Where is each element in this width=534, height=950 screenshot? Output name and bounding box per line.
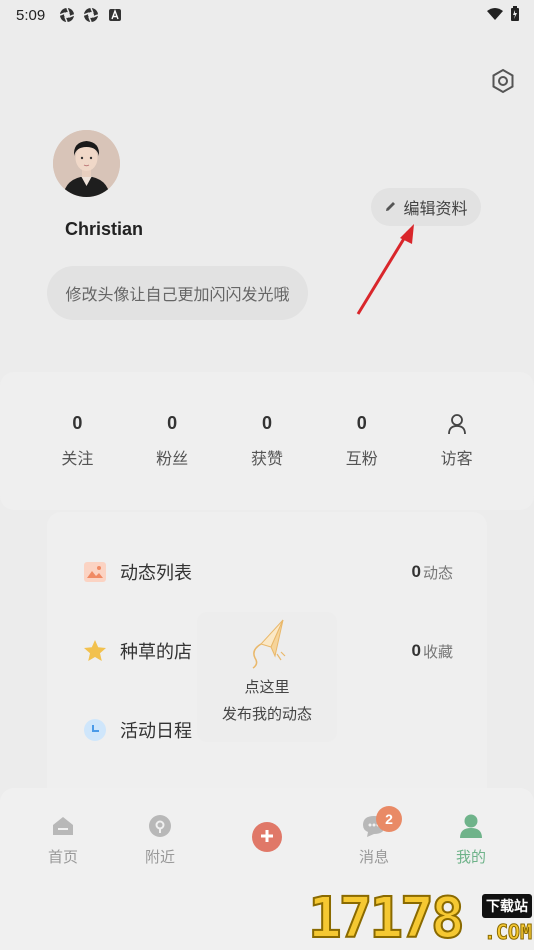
stat-value: 0 bbox=[356, 413, 367, 433]
message-badge: 2 bbox=[376, 806, 402, 832]
list-item-count: 0 bbox=[411, 641, 421, 660]
list-item-label: 动态列表 bbox=[120, 563, 192, 584]
status-time: 5:09 bbox=[16, 6, 46, 24]
stat-mutual[interactable]: 0 互粉 bbox=[327, 413, 397, 469]
person-icon bbox=[447, 413, 467, 437]
bio-prompt[interactable]: 修改头像让自己更加闪闪发光哦 bbox=[47, 266, 308, 320]
watermark-digits: 17178 bbox=[307, 886, 466, 950]
clock-icon bbox=[82, 717, 108, 743]
battery-icon bbox=[510, 6, 520, 26]
site-watermark-logo: 17178 下载站 .COM bbox=[307, 886, 534, 950]
a-box-icon bbox=[107, 7, 123, 23]
edit-profile-label: 编辑资料 bbox=[403, 199, 468, 218]
publish-prompt[interactable]: 点这里 发布我的动态 bbox=[197, 612, 337, 742]
star-icon bbox=[82, 638, 108, 664]
list-item-count: 0 bbox=[411, 562, 421, 581]
avatar[interactable] bbox=[53, 130, 120, 197]
status-right bbox=[486, 6, 520, 26]
username: Christian bbox=[65, 219, 144, 239]
stat-following[interactable]: 0 关注 bbox=[42, 413, 112, 469]
stat-label: 访客 bbox=[440, 449, 473, 468]
stat-value: 0 bbox=[261, 413, 272, 433]
watermark-tag: 下载站 bbox=[482, 894, 532, 918]
tab-label: 首页 bbox=[47, 848, 78, 866]
annotation-arrow bbox=[356, 224, 414, 315]
stat-likes[interactable]: 0 获赞 bbox=[232, 413, 302, 469]
publish-prompt-line2: 发布我的动态 bbox=[221, 705, 312, 723]
list-item-posts[interactable]: 动态列表 0 动态 bbox=[47, 547, 487, 597]
location-icon bbox=[146, 812, 174, 840]
wifi-icon bbox=[486, 7, 504, 25]
tab-home[interactable]: 首页 bbox=[23, 812, 103, 867]
stat-label: 互粉 bbox=[345, 449, 378, 468]
publish-prompt-line1: 点这里 bbox=[244, 678, 290, 696]
list-item-unit: 动态 bbox=[422, 563, 453, 582]
user-icon bbox=[457, 812, 485, 840]
stat-value: 0 bbox=[72, 413, 83, 433]
tab-nearby[interactable]: 附近 bbox=[120, 812, 200, 867]
status-bar: 5:09 bbox=[0, 0, 534, 30]
stat-label: 关注 bbox=[61, 449, 94, 468]
stat-value: 0 bbox=[167, 413, 178, 433]
tab-label: 消息 bbox=[358, 848, 389, 866]
stat-fans[interactable]: 0 粉丝 bbox=[137, 413, 207, 469]
tab-messages[interactable]: 2 消息 bbox=[334, 806, 414, 867]
stat-visitors[interactable]: 访客 bbox=[422, 413, 492, 469]
aperture-icon bbox=[59, 7, 75, 23]
edit-profile-button[interactable]: 编辑资料 bbox=[371, 188, 481, 226]
publish-button[interactable] bbox=[252, 822, 282, 852]
plus-icon bbox=[260, 828, 274, 847]
list-item-unit: 收藏 bbox=[422, 642, 453, 661]
paper-plane-icon bbox=[237, 614, 297, 674]
watermark-domain: .COM bbox=[483, 920, 532, 945]
settings-button[interactable] bbox=[488, 68, 518, 98]
stats-card: 0 关注 0 粉丝 0 获赞 0 互粉 访客 bbox=[0, 372, 534, 510]
stat-label: 获赞 bbox=[250, 449, 283, 468]
tab-label: 我的 bbox=[455, 848, 486, 866]
aperture-icon bbox=[83, 7, 99, 23]
hexagon-gear-icon bbox=[490, 68, 516, 98]
home-icon bbox=[49, 812, 77, 840]
stat-label: 粉丝 bbox=[156, 449, 189, 468]
tab-me[interactable]: 我的 bbox=[431, 812, 511, 867]
tab-label: 附近 bbox=[144, 848, 175, 866]
pencil-icon bbox=[384, 198, 397, 217]
image-icon bbox=[82, 559, 108, 585]
